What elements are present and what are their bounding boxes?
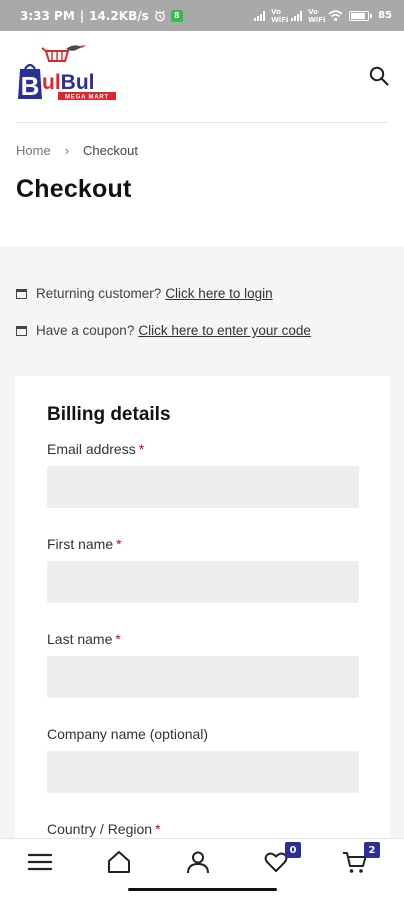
site-header: B ulBul MEGA MART	[0, 31, 404, 123]
status-right: Vo WiFi Vo WiFi 85	[254, 8, 392, 24]
last-name-field[interactable]	[47, 656, 359, 698]
page-title: Checkout	[16, 175, 132, 203]
first-name-label-text: First name	[47, 536, 114, 552]
notification-badge: 8	[170, 9, 183, 22]
coupon-text: Have a coupon?	[36, 323, 135, 338]
wifi-icon	[328, 9, 343, 21]
country-label-text: Country / Region	[47, 821, 153, 837]
battery-icon	[349, 10, 373, 21]
carrier-label-1: Vo WiFi	[271, 7, 289, 24]
header-divider	[16, 122, 388, 123]
bottom-nav: 0 2	[0, 838, 404, 900]
logo-letter-b: B	[21, 71, 40, 101]
cart-count-badge: 2	[364, 842, 380, 858]
coupon-link[interactable]: Click here to enter your code	[138, 323, 311, 338]
status-left: 3:33 PM | 14.2KB/s 8	[20, 9, 183, 23]
logo-tagline: MEGA MART	[65, 95, 109, 101]
status-net-speed: 14.2KB/s	[89, 8, 149, 23]
email-label: Email address *	[47, 441, 144, 457]
country-label: Country / Region *	[47, 821, 161, 837]
nav-menu[interactable]	[27, 849, 57, 877]
returning-customer-notice: Returning customer? Click here to login	[16, 286, 273, 301]
company-label-text: Company name (optional)	[47, 726, 209, 742]
billing-details-card: Billing details Email address * First nam…	[15, 376, 390, 838]
battery-level: 85	[378, 10, 392, 21]
nav-home[interactable]	[106, 849, 136, 877]
checkout-content: Returning customer? Click here to login …	[0, 246, 404, 838]
login-link[interactable]: Click here to login	[165, 286, 272, 301]
required-marker: *	[116, 536, 122, 552]
signal-icon	[254, 10, 266, 21]
signal-icon-2	[291, 10, 303, 21]
first-name-label: First name *	[47, 536, 122, 552]
breadcrumb-current: Checkout	[83, 143, 138, 158]
menu-icon	[27, 853, 53, 871]
status-bar: 3:33 PM | 14.2KB/s 8 Vo WiFi Vo WiFi 85	[0, 0, 404, 31]
wishlist-count-badge: 0	[285, 842, 301, 858]
coupon-notice: Have a coupon? Click here to enter your …	[16, 323, 311, 338]
status-time: 3:33 PM	[20, 8, 75, 23]
required-marker: *	[115, 631, 121, 647]
billing-details-title: Billing details	[47, 404, 171, 425]
required-marker: *	[138, 441, 145, 457]
carrier-label-2: Vo WiFi	[308, 7, 326, 24]
first-name-field[interactable]	[47, 561, 359, 603]
breadcrumb: Home › Checkout	[16, 143, 138, 158]
status-separator: |	[79, 8, 85, 23]
nav-wishlist[interactable]: 0	[263, 842, 301, 877]
required-marker: *	[155, 821, 161, 837]
email-label-text: Email address	[47, 441, 136, 457]
company-field[interactable]	[47, 751, 359, 793]
last-name-label-text: Last name	[47, 631, 113, 647]
bulbul-logo[interactable]: B ulBul MEGA MART	[16, 43, 120, 107]
window-icon	[16, 288, 27, 299]
company-label: Company name (optional)	[47, 726, 208, 742]
home-icon	[108, 851, 130, 873]
last-name-label: Last name *	[47, 631, 121, 647]
user-icon	[187, 851, 209, 874]
breadcrumb-home[interactable]: Home	[16, 143, 51, 158]
logo-text: ulBul	[42, 71, 95, 94]
breadcrumb-separator: ›	[64, 143, 70, 158]
alarm-icon	[154, 10, 165, 21]
nav-cart[interactable]: 2	[342, 842, 380, 877]
email-field[interactable]	[47, 466, 359, 508]
search-icon[interactable]	[368, 65, 390, 87]
nav-account[interactable]	[185, 849, 215, 877]
returning-customer-text: Returning customer?	[36, 286, 162, 301]
home-indicator	[128, 888, 277, 891]
window-icon	[16, 325, 27, 336]
